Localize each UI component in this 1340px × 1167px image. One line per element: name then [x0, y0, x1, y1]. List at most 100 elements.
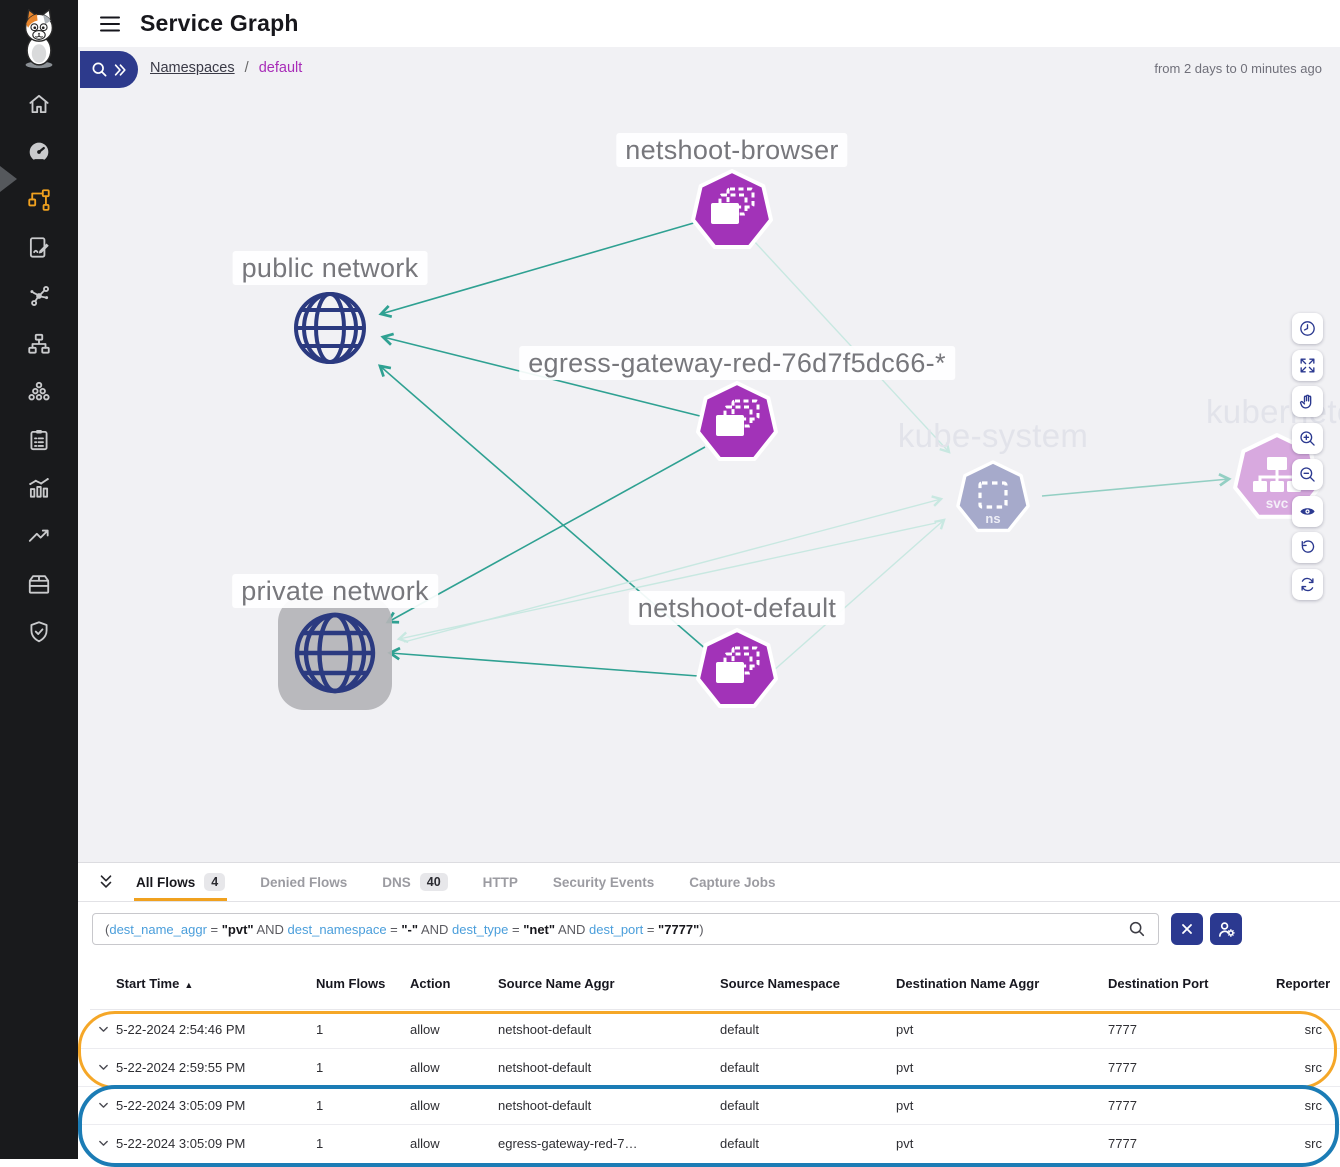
column-header-reporter[interactable]: Reporter [1276, 976, 1340, 992]
service-graph-layer: netshoot-browser public network egress-g… [0, 93, 1340, 862]
column-header-start-time[interactable]: Start Time▲ [116, 976, 316, 992]
refresh-button[interactable] [1292, 569, 1323, 600]
graph-node-netshoot-default[interactable] [695, 628, 779, 712]
tab-label: DNS [382, 875, 411, 890]
graph-icon [26, 187, 52, 213]
close-icon [1179, 921, 1195, 937]
flows-table-body: 5-22-2024 2:54:46 PM1allownetshoot-defau… [78, 1011, 1340, 1160]
column-header-action[interactable]: Action [410, 976, 498, 992]
graph-search-button[interactable] [80, 51, 138, 88]
graph-node-kube-system[interactable]: ns [954, 459, 1032, 537]
tab-http[interactable]: HTTP [481, 863, 520, 901]
cell-num_flows: 1 [316, 1098, 410, 1113]
column-header-source-name-aggr[interactable]: Source Name Aggr [498, 976, 720, 992]
cell-start_time: 5-22-2024 3:05:09 PM [116, 1098, 316, 1113]
sidebar-item-home[interactable] [0, 80, 78, 128]
clear-filter-button[interactable] [1171, 913, 1203, 945]
page-title: Service Graph [140, 10, 299, 37]
column-header-source-namespace[interactable]: Source Namespace [720, 976, 896, 992]
cell-action: allow [410, 1136, 498, 1151]
cell-dest_port: 7777 [1108, 1060, 1276, 1075]
graph-node-public-network[interactable] [291, 289, 369, 367]
graph-node-egress-gateway-red[interactable] [695, 381, 779, 465]
time-range-button[interactable] [1292, 313, 1323, 344]
query-part: = [643, 922, 658, 937]
cell-num_flows: 1 [316, 1022, 410, 1037]
row-expand-chevron-icon[interactable] [90, 1137, 116, 1150]
refresh-icon [1298, 575, 1317, 594]
query-part: "7777" [658, 922, 699, 937]
graph-node-label-public-network: public network [233, 251, 428, 285]
tab-capture-jobs[interactable]: Capture Jobs [687, 863, 777, 901]
active-nav-indicator [0, 166, 18, 192]
flow-table-row[interactable]: 5-22-2024 3:05:09 PM1allowegress-gateway… [78, 1124, 1340, 1162]
tab-label: All Flows [136, 875, 195, 890]
cell-dest_name_aggr: pvt [896, 1022, 1108, 1037]
sidebar-item-clusters[interactable] [0, 368, 78, 416]
sidebar-item-policies[interactable] [0, 224, 78, 272]
tab-all-flows[interactable]: All Flows4 [134, 863, 227, 901]
zoom-in-button[interactable] [1292, 423, 1323, 454]
fit-screen-button[interactable] [1292, 350, 1323, 381]
graph-node-label-netshoot-browser: netshoot-browser [616, 133, 847, 167]
tab-denied-flows[interactable]: Denied Flows [258, 863, 349, 901]
cell-source_name_aggr: netshoot-default [498, 1022, 720, 1037]
cell-action: allow [410, 1022, 498, 1037]
breadcrumb-current: default [259, 60, 303, 76]
row-expand-chevron-icon[interactable] [90, 1061, 116, 1074]
query-part: AND [254, 922, 288, 937]
user-gear-icon [1217, 920, 1236, 939]
cell-source_name_aggr: netshoot-default [498, 1060, 720, 1075]
cell-reporter: src [1276, 1098, 1340, 1113]
flows-panel: All Flows4 Denied Flows DNS40 HTTP Security … [78, 862, 1340, 1160]
sidebar-item-security[interactable] [0, 608, 78, 656]
flow-table-row[interactable]: 5-22-2024 2:59:55 PM1allownetshoot-defau… [78, 1048, 1340, 1086]
sidebar-item-network[interactable] [0, 320, 78, 368]
cell-dest_name_aggr: pvt [896, 1060, 1108, 1075]
visibility-button[interactable] [1292, 496, 1323, 527]
user-filter-settings-button[interactable] [1210, 913, 1242, 945]
tree-icon [26, 331, 52, 357]
tab-label: HTTP [483, 875, 518, 890]
tab-dns[interactable]: DNS40 [380, 863, 449, 901]
time-range-label: from 2 days to 0 minutes ago [1154, 61, 1322, 76]
graph-node-private-network[interactable] [291, 609, 379, 697]
pan-button[interactable] [1292, 386, 1323, 417]
row-expand-chevron-icon[interactable] [90, 1023, 116, 1036]
query-part: "net" [523, 922, 555, 937]
chartbars-icon [26, 475, 52, 501]
sidebar-item-trends[interactable] [0, 512, 78, 560]
sidebar-item-endpoints[interactable] [0, 272, 78, 320]
calico-cat-logo[interactable] [11, 5, 67, 69]
query-part: dest_type [452, 922, 508, 937]
sidebar-item-timeline[interactable] [0, 464, 78, 512]
sidebar-item-storage[interactable] [0, 560, 78, 608]
sidebar-item-compliance[interactable] [0, 416, 78, 464]
undo-button[interactable] [1292, 532, 1323, 563]
cell-reporter: src [1276, 1136, 1340, 1151]
query-part: "-" [401, 922, 418, 937]
query-part: "pvt" [222, 922, 254, 937]
collapse-panel-button[interactable] [94, 863, 118, 901]
query-part: = [508, 922, 523, 937]
breadcrumb-namespaces-link[interactable]: Namespaces [150, 60, 235, 76]
column-header-destination-port[interactable]: Destination Port [1108, 976, 1276, 992]
flow-filter-input[interactable]: (dest_name_aggr = "pvt" AND dest_namespa… [92, 913, 1159, 945]
graph-node-netshoot-browser[interactable] [690, 169, 774, 253]
menu-icon[interactable] [98, 12, 122, 36]
filter-search-icon[interactable] [1128, 920, 1146, 938]
cell-action: allow [410, 1060, 498, 1075]
query-part: = [387, 922, 402, 937]
row-expand-chevron-icon[interactable] [90, 1099, 116, 1112]
top-bar: Service Graph [78, 0, 1340, 47]
column-header-num-flows[interactable]: Num Flows [316, 976, 410, 992]
flow-table-row[interactable]: 5-22-2024 2:54:46 PM1allownetshoot-defau… [78, 1011, 1340, 1048]
zoom-out-button[interactable] [1292, 459, 1323, 490]
column-header-destination-name-aggr[interactable]: Destination Name Aggr [896, 976, 1108, 992]
cell-dest_name_aggr: pvt [896, 1098, 1108, 1113]
flow-table-row[interactable]: 5-22-2024 3:05:09 PM1allownetshoot-defau… [78, 1086, 1340, 1124]
tab-security-events[interactable]: Security Events [551, 863, 656, 901]
hand-icon [1298, 392, 1317, 411]
query-part: AND [555, 922, 589, 937]
query-part: ) [699, 922, 703, 937]
